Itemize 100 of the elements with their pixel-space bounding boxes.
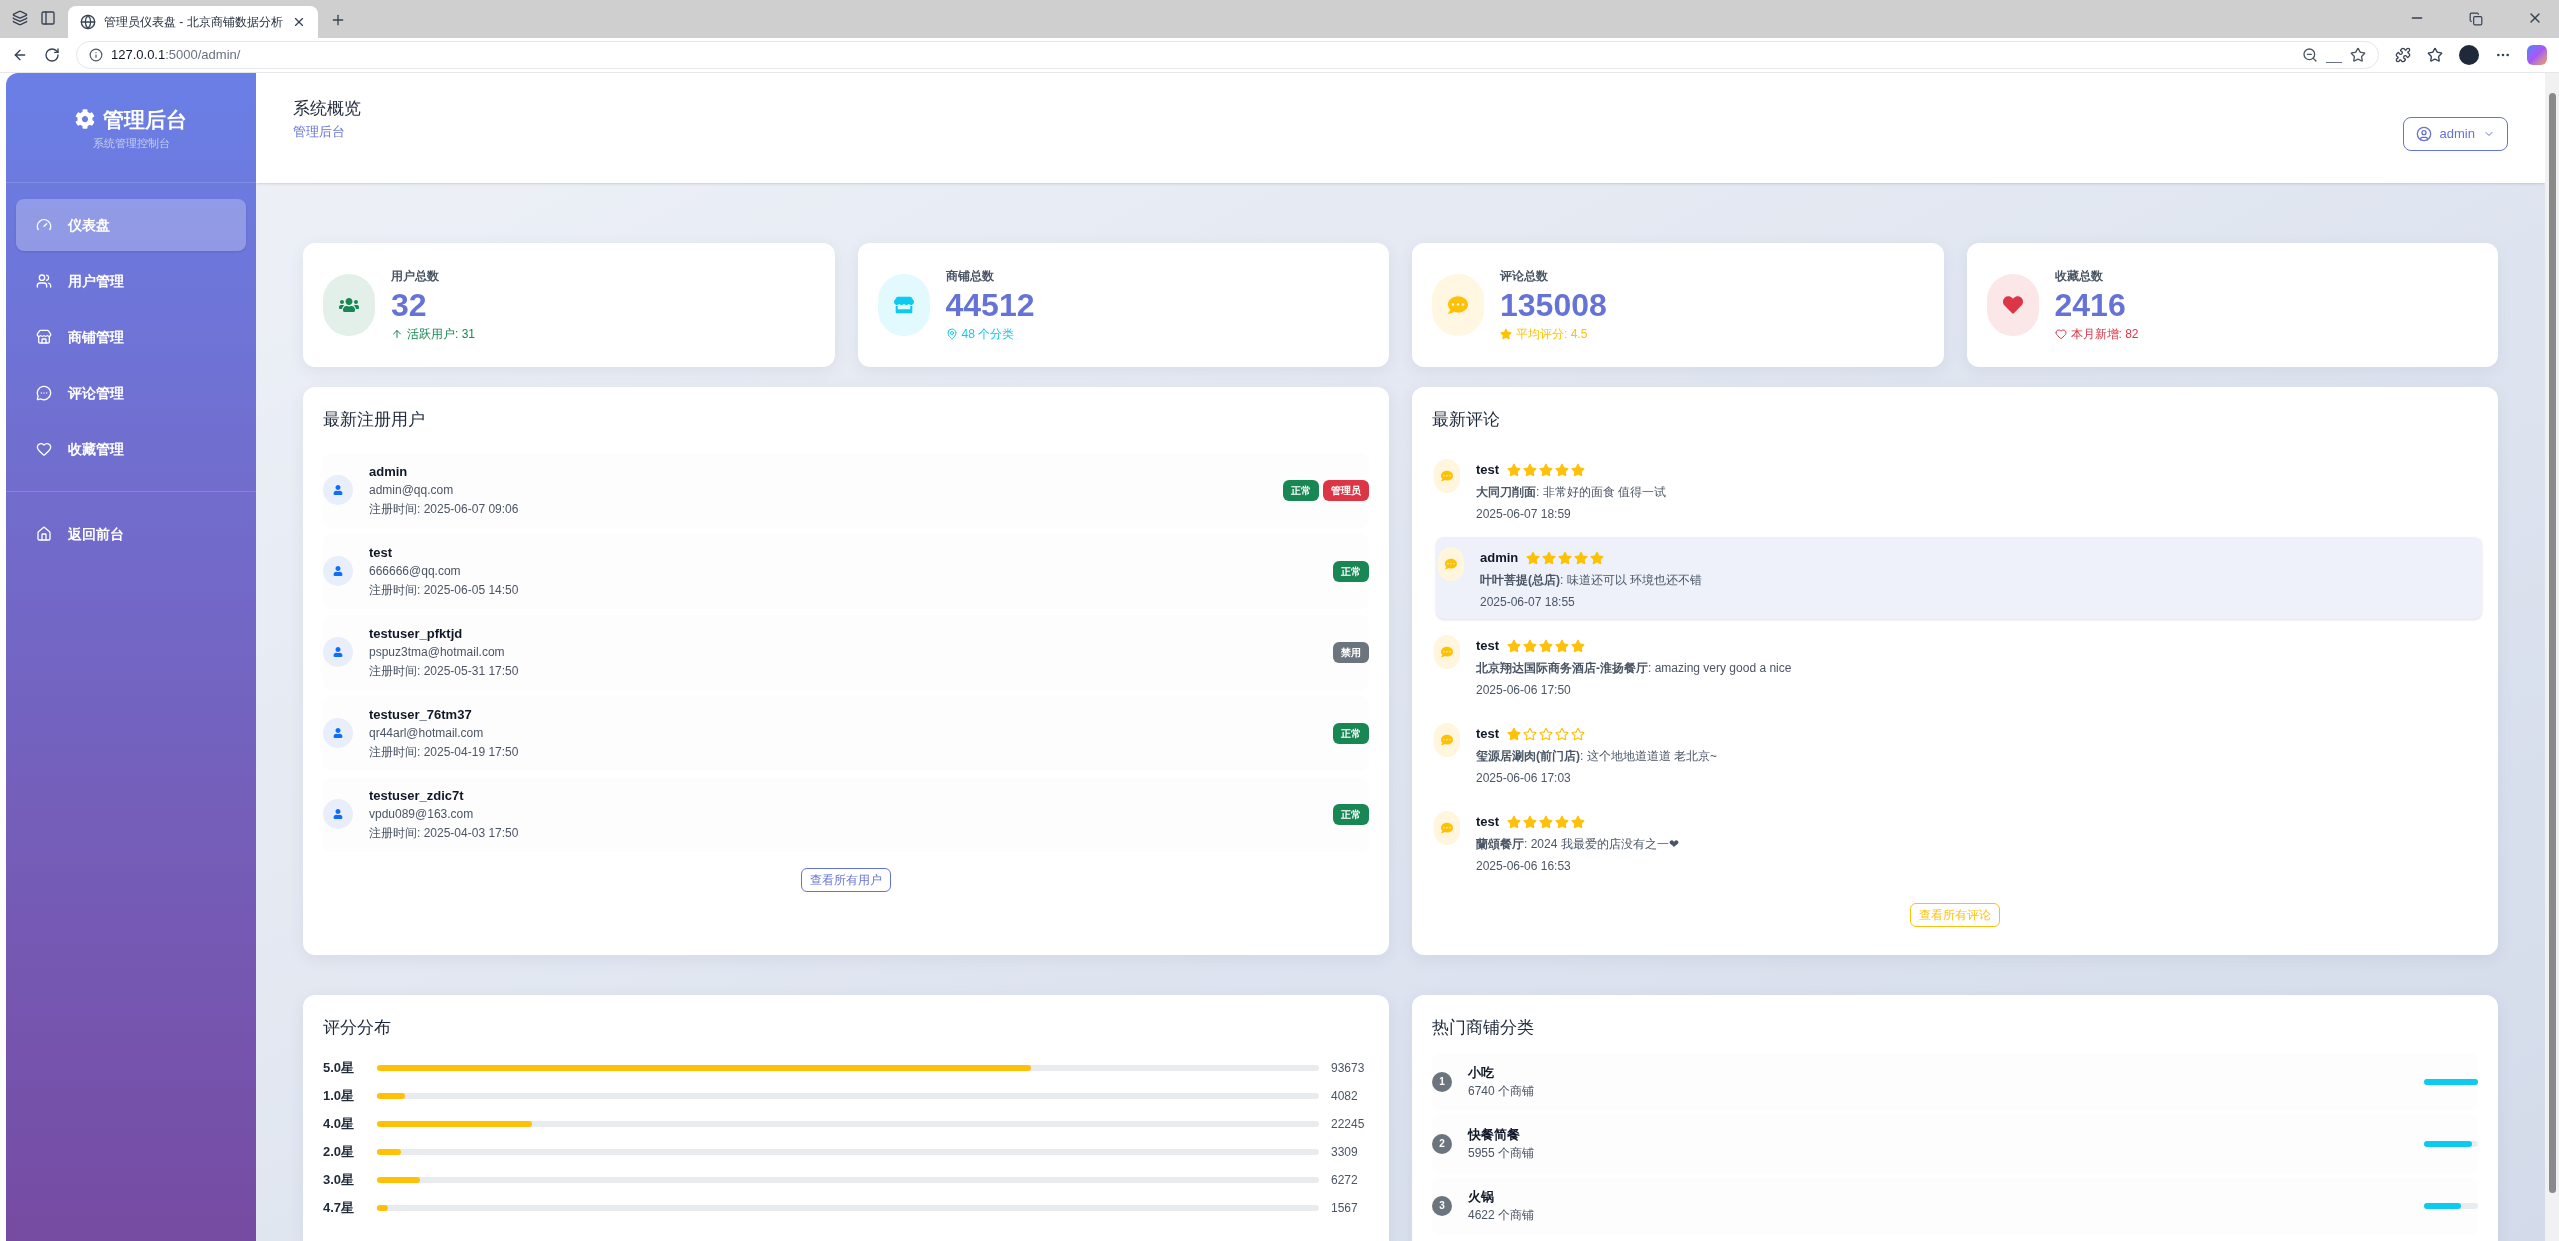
workspaces-icon[interactable] — [12, 10, 28, 26]
review-user: admin — [1480, 548, 1519, 567]
tab-title: 管理员仪表盘 - 北京商铺数据分析 — [104, 14, 283, 31]
review-user: test — [1476, 724, 1500, 743]
copilot-icon[interactable] — [2527, 45, 2547, 65]
category-name: 火锅 — [1468, 1187, 1495, 1206]
chat-icon — [1441, 469, 1453, 482]
status-badge: 正常 — [1333, 560, 1369, 582]
users-icon — [36, 273, 52, 289]
user-email: pspuz3tma@hotmail.com — [369, 643, 506, 661]
close-icon[interactable] — [292, 15, 306, 29]
review-text: 玺源居涮肉(前门店): 这个地地道道道 老北京~ — [1476, 747, 1717, 765]
zoom-out-icon[interactable] — [2302, 47, 2318, 63]
sidebar-item[interactable]: 评论管理 — [16, 367, 246, 419]
rating-label: 5.0星 — [323, 1058, 356, 1077]
review-time: 2025-06-06 16:53 — [1476, 857, 1572, 875]
star-icon — [1555, 638, 1570, 653]
shop-count: 5955 个商铺 — [1468, 1144, 1535, 1162]
user-email: qr44arl@hotmail.com — [369, 724, 485, 742]
username: test — [369, 543, 394, 562]
star-icon — [1542, 550, 1557, 565]
browser-tab[interactable]: 管理员仪表盘 - 北京商铺数据分析 — [68, 6, 318, 38]
view-all-users-button[interactable]: 查看所有用户 — [801, 867, 891, 892]
star-icon — [1555, 462, 1570, 477]
restore-icon[interactable] — [2469, 12, 2483, 26]
rank-badge: 3 — [1432, 1195, 1452, 1216]
reload-icon[interactable] — [44, 47, 60, 63]
registration-time: 注册时间: 2025-06-07 09:06 — [369, 500, 519, 518]
registration-time: 注册时间: 2025-05-31 17:50 — [369, 662, 519, 680]
chat-icon — [1445, 557, 1457, 570]
category-name: 快餐简餐 — [1468, 1125, 1521, 1144]
scrollbar[interactable] — [2545, 73, 2559, 1241]
username: testuser_zdic7t — [369, 786, 465, 805]
profile-avatar[interactable] — [2459, 45, 2479, 65]
info-icon — [89, 48, 103, 62]
user-email: admin@qq.com — [369, 481, 455, 499]
star-outline-icon — [1523, 726, 1538, 741]
status-badge: 正常 — [1283, 479, 1319, 501]
card-title: 评分分布 — [323, 1017, 392, 1039]
star-icon — [1558, 550, 1573, 565]
card-title: 最新评论 — [1432, 409, 1501, 431]
url-text: 127.0.0.1:5000/admin/ — [111, 46, 241, 65]
sidebar-item[interactable]: 收藏管理 — [16, 423, 246, 475]
star-icon — [1571, 814, 1586, 829]
review-text: 北京翔达国际商务酒店-淮扬餐厅: amazing very good a nice — [1476, 659, 1792, 677]
username: admin — [369, 462, 409, 481]
stat-value: 2416 — [2054, 286, 2127, 325]
favorites-icon[interactable] — [2427, 47, 2443, 63]
rating-count: 1567 — [1331, 1199, 1359, 1217]
address-bar[interactable]: 127.0.0.1:5000/admin/ — [76, 41, 2379, 69]
registration-time: 注册时间: 2025-04-19 17:50 — [369, 743, 519, 761]
sidebar-item[interactable]: 商铺管理 — [16, 311, 246, 363]
rating-count: 4082 — [1331, 1087, 1359, 1105]
chat-icon — [1441, 733, 1453, 746]
user-menu-button[interactable]: admin — [2402, 117, 2508, 151]
rating-label: 1.0星 — [323, 1086, 356, 1105]
back-icon[interactable] — [12, 47, 28, 63]
sidebar-toggle-icon[interactable] — [40, 10, 56, 26]
review-time: 2025-06-07 18:59 — [1476, 505, 1572, 523]
stat-label: 商铺总数 — [945, 268, 995, 285]
sidebar-subtitle: 系统管理控制台 — [92, 136, 170, 151]
rank-badge: 1 — [1432, 1071, 1452, 1092]
star-outline-icon — [1555, 726, 1570, 741]
rating-count: 3309 — [1331, 1143, 1359, 1161]
stat-value: 135008 — [1500, 286, 1607, 325]
home-icon — [36, 526, 52, 542]
user-icon — [333, 566, 343, 576]
chat-icon — [1441, 821, 1453, 834]
star-icon — [1500, 328, 1512, 340]
review-time: 2025-06-06 17:50 — [1476, 681, 1572, 699]
review-user: test — [1476, 636, 1500, 655]
stat-note: 本月新增: 82 — [2070, 326, 2139, 343]
star-icon[interactable] — [2350, 47, 2366, 63]
sidebar-item[interactable]: 返回前台 — [16, 508, 246, 560]
stat-note: 活跃用户: 31 — [407, 326, 475, 343]
user-email: vpdu089@163.com — [369, 805, 475, 823]
stat-value: 32 — [391, 286, 428, 325]
review-time: 2025-06-06 17:03 — [1476, 769, 1572, 787]
globe-icon — [80, 14, 96, 30]
username: testuser_pfktjd — [369, 624, 464, 643]
rating-label: 4.0星 — [323, 1114, 356, 1133]
user-email: 666666@qq.com — [369, 562, 462, 580]
review-user: test — [1476, 460, 1500, 479]
star-icon — [1507, 814, 1522, 829]
rating-label: 3.0星 — [323, 1170, 356, 1189]
star-icon — [1539, 814, 1554, 829]
new-tab-icon[interactable] — [330, 12, 346, 28]
card-title: 热门商铺分类 — [1432, 1017, 1535, 1039]
star-icon — [1539, 462, 1554, 477]
chat-icon — [36, 385, 52, 401]
status-badge: 正常 — [1333, 803, 1369, 825]
review-row[interactable]: admin 叶叶菩提(总店): 味道还可以 环境也还不错 2025-06-07 18:55 — [1436, 536, 2482, 619]
rating-count: 22245 — [1331, 1115, 1366, 1133]
review-text: 叶叶菩提(总店): 味道还可以 环境也还不错 — [1480, 571, 1702, 589]
map-pin-icon — [945, 328, 958, 340]
breadcrumb-link[interactable]: 管理后台 — [293, 121, 361, 141]
sidebar-item[interactable]: 用户管理 — [16, 255, 246, 307]
star-icon — [1526, 550, 1541, 565]
extensions-icon[interactable] — [2395, 47, 2411, 63]
username: testuser_76tm37 — [369, 705, 473, 724]
